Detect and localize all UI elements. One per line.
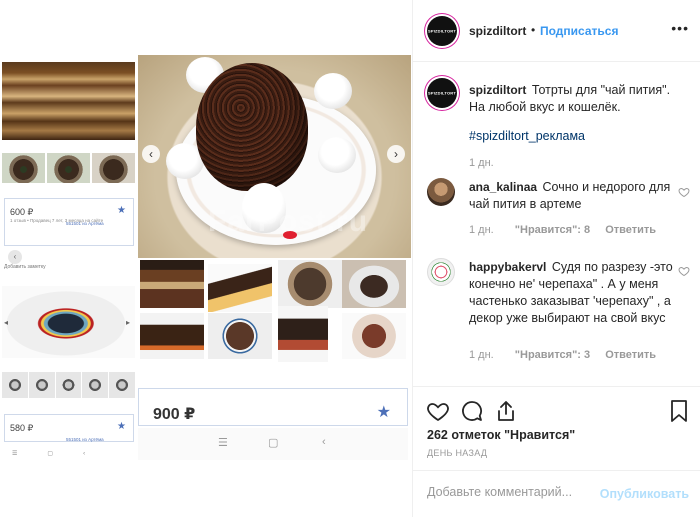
listing-meta: 551501 из Артёма xyxy=(66,437,104,442)
comment-meta: 1 дн. "Нравится": 3 Ответить xyxy=(469,349,656,361)
follow-button[interactable]: Подписаться xyxy=(540,24,618,38)
avatar[interactable]: SPIZDILTORT xyxy=(427,16,457,46)
caption-username[interactable]: spizdiltort xyxy=(469,83,526,97)
back-icon: ‹ xyxy=(322,436,326,448)
post-sidebar: SPIZDILTORT spizdiltort • Подписаться ••… xyxy=(412,0,700,517)
grid-photo xyxy=(278,306,328,362)
home-icon: ▢ xyxy=(268,437,279,449)
listing-price: 600 ₽ xyxy=(10,207,34,217)
caption: spizdiltort Тотрты для "чай пития". На л… xyxy=(469,82,679,116)
post-header: SPIZDILTORT spizdiltort • Подписаться ••… xyxy=(413,0,700,62)
heart-icon[interactable] xyxy=(678,265,690,277)
grid-photo xyxy=(278,260,342,308)
chevron-left-icon: ◂ xyxy=(4,318,9,327)
chocolate-dome xyxy=(196,63,308,191)
heart-icon[interactable] xyxy=(678,186,690,198)
avatar[interactable] xyxy=(427,178,455,206)
more-options-icon[interactable]: ••• xyxy=(671,20,689,36)
photo-next-icon[interactable]: › xyxy=(387,145,405,163)
comment-meta: 1 дн. "Нравится": 8 Ответить xyxy=(469,224,656,236)
turtle-leg xyxy=(318,137,356,173)
star-icon: ★ xyxy=(376,404,391,421)
comment-input[interactable] xyxy=(427,485,607,499)
add-comment-bar: Опубликовать xyxy=(413,470,700,517)
separator-dot: • xyxy=(531,23,536,37)
reply-button[interactable]: Ответить xyxy=(605,224,656,236)
listing-price: 580 ₽ xyxy=(10,423,34,433)
grid-photo xyxy=(208,264,272,312)
avatar[interactable]: SPIZDILTORT xyxy=(427,78,457,108)
comment: ana_kalinaa Сочно и недорого для чай пит… xyxy=(469,179,679,213)
chevron-right-icon: ▸ xyxy=(126,318,131,327)
post-image[interactable]: 600 ₽ ★ 551501 из Артёма 1 отзыв • Прода… xyxy=(0,0,412,517)
turtle-cake-photo: FarPost.ru ‹ › xyxy=(138,55,411,258)
listing-card-big: 900 ₽ ★ xyxy=(138,388,408,426)
photo-prev-icon[interactable]: ‹ xyxy=(142,145,160,163)
comment-time: 1 дн. xyxy=(469,349,494,361)
turtle-leg xyxy=(314,73,352,109)
grid-photo xyxy=(342,260,406,308)
thumbnail-row xyxy=(2,153,135,183)
listing-meta: 551501 из Артёма xyxy=(66,221,104,226)
post-date: ДЕНЬ НАЗАД xyxy=(427,448,488,458)
grid-photo xyxy=(140,260,204,308)
likes-count[interactable]: 262 отметок "Нравится" xyxy=(427,428,575,442)
share-icon[interactable] xyxy=(494,399,518,423)
listing-card-small: 600 ₽ ★ 551501 из Артёма 1 отзыв • Прода… xyxy=(4,198,134,246)
heart-icon[interactable] xyxy=(426,399,450,423)
listing-card-small: 580 ₽ ★ 551501 из Артёма xyxy=(4,414,134,442)
grid-photo xyxy=(140,313,204,359)
reply-button[interactable]: Ответить xyxy=(605,349,656,361)
bookmark-icon[interactable] xyxy=(667,399,691,423)
chevron-left-icon: ‹ xyxy=(8,250,22,264)
avatar[interactable] xyxy=(427,258,455,286)
listing-price: 900 ₽ xyxy=(153,406,196,423)
caption-time: 1 дн. xyxy=(469,157,494,169)
add-note-label: Добавить заметку xyxy=(4,264,46,270)
star-icon: ★ xyxy=(117,205,126,216)
menu-icon: ☰ xyxy=(218,437,228,449)
system-nav-small: ☰▢‹ xyxy=(12,451,116,457)
comment-likes[interactable]: "Нравится": 3 xyxy=(515,349,590,361)
grid-photo xyxy=(342,313,406,359)
publish-button[interactable]: Опубликовать xyxy=(600,487,689,501)
watermark: FarPost.ru xyxy=(208,205,369,238)
header-username[interactable]: spizdiltort xyxy=(469,24,526,38)
comment-icon[interactable] xyxy=(460,399,484,423)
thumbnail-cake-layers xyxy=(2,62,135,140)
star-icon: ★ xyxy=(117,421,126,432)
thumbnail-strip xyxy=(2,372,135,398)
thumbnail-dome-cake xyxy=(2,286,135,358)
grid-photo xyxy=(208,313,272,359)
thumbnail-column: 600 ₽ ★ 551501 из Артёма 1 отзыв • Прода… xyxy=(0,0,138,517)
hashtag-link[interactable]: #spizdiltort_реклама xyxy=(469,129,585,143)
comment-time: 1 дн. xyxy=(469,224,494,236)
comment-username[interactable]: happybakervl xyxy=(469,260,546,274)
photo-grid xyxy=(138,258,411,386)
comment: happybakervl Судя по разрезу -это конечн… xyxy=(469,259,679,327)
comment-likes[interactable]: "Нравится": 8 xyxy=(515,224,590,236)
comment-username[interactable]: ana_kalinaa xyxy=(469,180,537,194)
